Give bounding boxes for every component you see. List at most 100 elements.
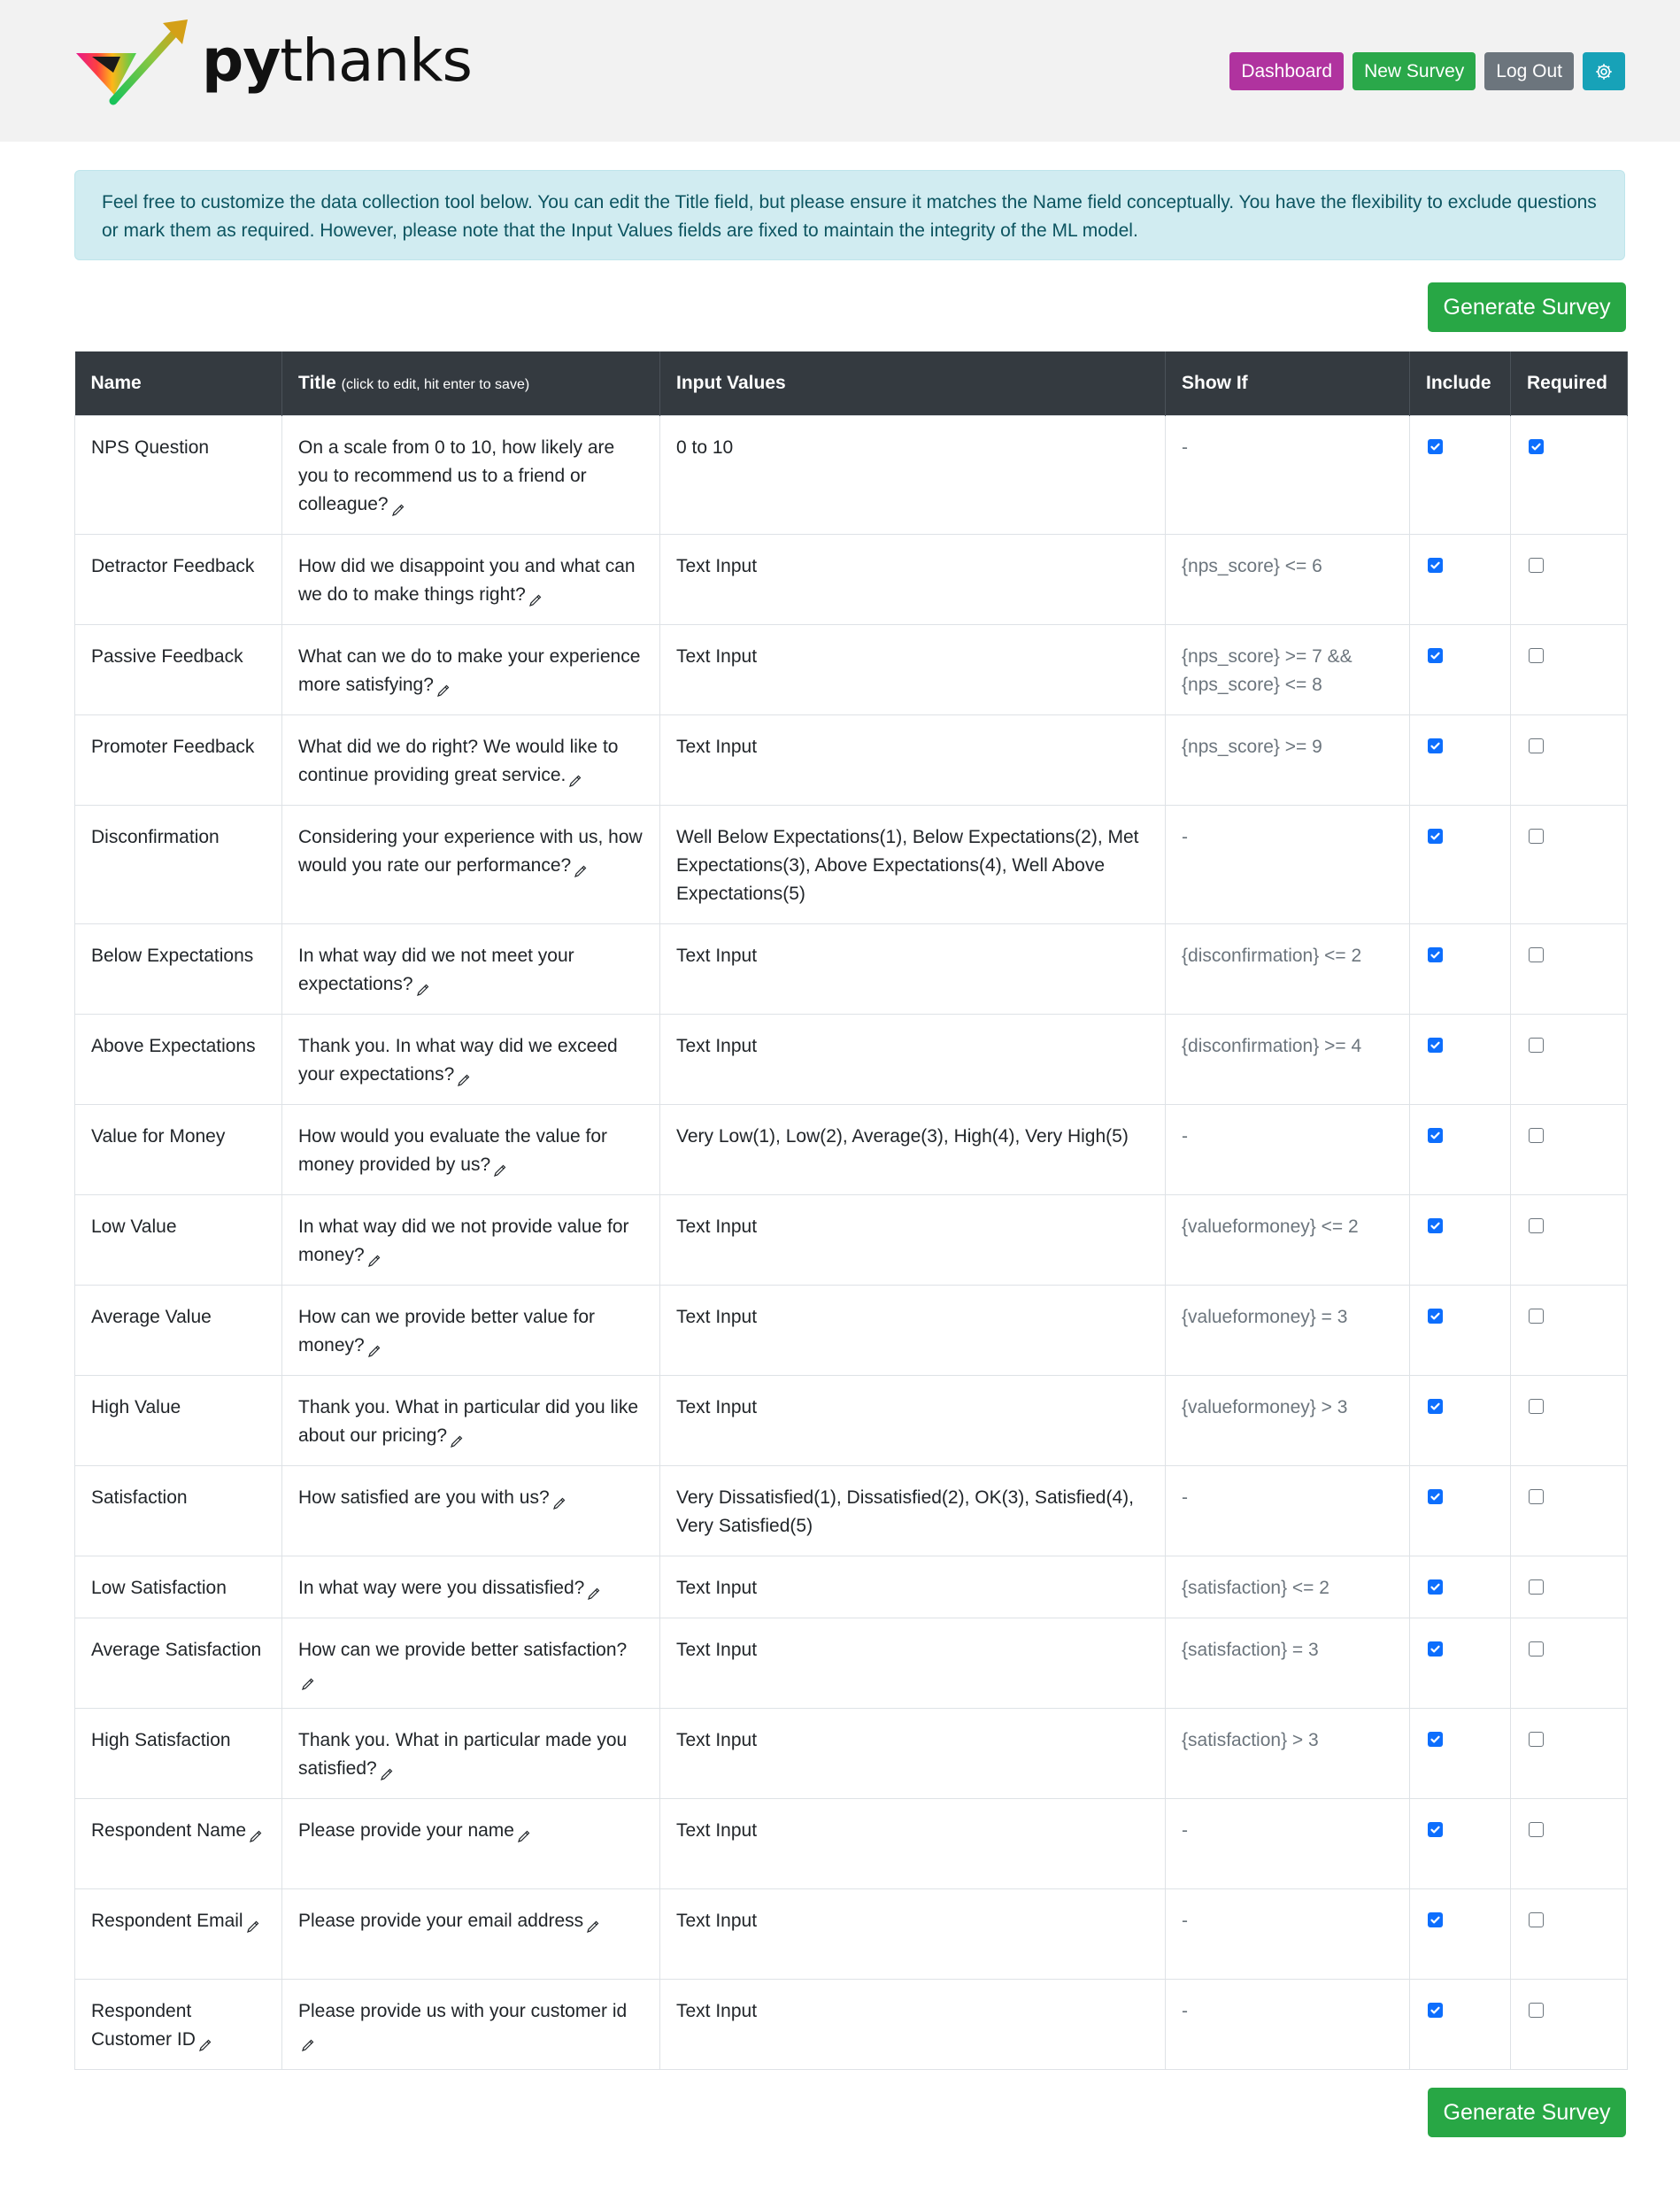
cell-title[interactable]: In what way did we not provide value for… — [281, 1193, 660, 1286]
pencil-icon[interactable] — [391, 498, 405, 516]
row-title[interactable]: Please provide your name — [298, 1820, 514, 1841]
required-checkbox[interactable] — [1529, 1308, 1544, 1324]
required-checkbox[interactable] — [1529, 557, 1544, 573]
cell-title[interactable]: Please provide your email address — [281, 1888, 660, 1980]
include-checkbox[interactable] — [1428, 1488, 1443, 1504]
pencil-icon[interactable] — [450, 1429, 464, 1448]
include-checkbox[interactable] — [1428, 557, 1443, 573]
pencil-icon[interactable] — [367, 1248, 381, 1267]
include-checkbox[interactable] — [1428, 1821, 1443, 1837]
row-title[interactable]: How can we provide better value for mone… — [298, 1307, 595, 1355]
generate-survey-button-bottom[interactable]: Generate Survey — [1428, 2088, 1626, 2137]
cell-title[interactable]: How satisfied are you with us? — [281, 1464, 660, 1556]
required-checkbox[interactable] — [1529, 1398, 1544, 1414]
include-checkbox[interactable] — [1428, 1911, 1443, 1927]
pencil-icon[interactable] — [528, 588, 543, 606]
required-checkbox[interactable] — [1529, 1911, 1544, 1927]
cell-name[interactable]: Respondent Email — [74, 1888, 282, 1980]
required-checkbox[interactable] — [1529, 438, 1544, 454]
row-title[interactable]: How can we provide better satisfaction? — [298, 1640, 627, 1660]
include-checkbox[interactable] — [1428, 828, 1443, 844]
required-checkbox[interactable] — [1529, 1731, 1544, 1747]
pencil-icon[interactable] — [301, 2033, 315, 2051]
logout-button[interactable]: Log Out — [1484, 52, 1574, 90]
row-title[interactable]: In what way did we not provide value for… — [298, 1216, 629, 1265]
required-checkbox[interactable] — [1529, 1821, 1544, 1837]
pencil-icon[interactable] — [552, 1491, 566, 1510]
cell-title[interactable]: How can we provide better value for mone… — [281, 1284, 660, 1376]
row-title[interactable]: How did we disappoint you and what can w… — [298, 556, 636, 605]
pencil-icon[interactable] — [198, 2033, 212, 2051]
row-title[interactable]: Thank you. What in particular did you li… — [298, 1397, 638, 1446]
include-checkbox[interactable] — [1428, 946, 1443, 962]
cell-title[interactable]: Thank you. In what way did we exceed you… — [281, 1013, 660, 1105]
pencil-icon[interactable] — [249, 1824, 263, 1842]
row-title[interactable]: Considering your experience with us, how… — [298, 827, 643, 876]
include-checkbox[interactable] — [1428, 647, 1443, 663]
row-title[interactable]: Thank you. What in particular made you s… — [298, 1730, 627, 1779]
include-checkbox[interactable] — [1428, 2002, 1443, 2018]
cell-name[interactable]: Respondent Customer ID — [74, 1978, 282, 2070]
row-title[interactable]: In what way did we not meet your expecta… — [298, 946, 574, 994]
pencil-icon[interactable] — [367, 1339, 381, 1357]
cell-title[interactable]: How did we disappoint you and what can w… — [281, 533, 660, 625]
include-checkbox[interactable] — [1428, 1127, 1443, 1143]
pencil-icon[interactable] — [517, 1824, 531, 1842]
pencil-icon[interactable] — [457, 1068, 471, 1086]
cell-title[interactable]: What can we do to make your experience m… — [281, 623, 660, 715]
generate-survey-button-top[interactable]: Generate Survey — [1428, 282, 1626, 332]
cell-title[interactable]: Thank you. What in particular made you s… — [281, 1707, 660, 1799]
required-checkbox[interactable] — [1529, 1579, 1544, 1595]
required-checkbox[interactable] — [1529, 946, 1544, 962]
row-title[interactable]: In what way were you dissatisfied? — [298, 1578, 584, 1598]
include-checkbox[interactable] — [1428, 1037, 1443, 1053]
cell-title[interactable]: In what way did we not meet your expecta… — [281, 923, 660, 1015]
required-checkbox[interactable] — [1529, 738, 1544, 753]
cell-title[interactable]: Considering your experience with us, how… — [281, 804, 660, 924]
pencil-icon[interactable] — [416, 977, 430, 996]
required-checkbox[interactable] — [1529, 1488, 1544, 1504]
row-title[interactable]: How satisfied are you with us? — [298, 1487, 550, 1508]
row-title[interactable]: Please provide your email address — [298, 1911, 583, 1931]
include-checkbox[interactable] — [1428, 438, 1443, 454]
required-checkbox[interactable] — [1529, 1641, 1544, 1657]
settings-button[interactable] — [1583, 52, 1625, 90]
pencil-icon[interactable] — [587, 1581, 601, 1600]
required-checkbox[interactable] — [1529, 1037, 1544, 1053]
cell-title[interactable]: Please provide us with your customer id — [281, 1978, 660, 2070]
pencil-icon[interactable] — [586, 1914, 600, 1933]
pencil-icon[interactable] — [246, 1914, 260, 1933]
new-survey-button[interactable]: New Survey — [1352, 52, 1476, 90]
cell-title[interactable]: Please provide your name — [281, 1797, 660, 1889]
pencil-icon[interactable] — [436, 678, 451, 697]
required-checkbox[interactable] — [1529, 647, 1544, 663]
required-checkbox[interactable] — [1529, 1217, 1544, 1233]
include-checkbox[interactable] — [1428, 1731, 1443, 1747]
cell-title[interactable]: In what way were you dissatisfied? — [281, 1555, 660, 1618]
cell-title[interactable]: How can we provide better satisfaction? — [281, 1617, 660, 1709]
required-checkbox[interactable] — [1529, 828, 1544, 844]
include-checkbox[interactable] — [1428, 1398, 1443, 1414]
pencil-icon[interactable] — [568, 768, 582, 787]
row-title[interactable]: On a scale from 0 to 10, how likely are … — [298, 437, 614, 514]
pencil-icon[interactable] — [574, 859, 588, 877]
pencil-icon[interactable] — [301, 1672, 315, 1690]
cell-title[interactable]: How would you evaluate the value for mon… — [281, 1103, 660, 1195]
cell-title[interactable]: On a scale from 0 to 10, how likely are … — [281, 414, 660, 535]
include-checkbox[interactable] — [1428, 1308, 1443, 1324]
row-title[interactable]: How would you evaluate the value for mon… — [298, 1126, 607, 1175]
cell-name[interactable]: Respondent Name — [74, 1797, 282, 1889]
cell-title[interactable]: What did we do right? We would like to c… — [281, 714, 660, 806]
dashboard-button[interactable]: Dashboard — [1229, 52, 1345, 90]
include-checkbox[interactable] — [1428, 1579, 1443, 1595]
required-checkbox[interactable] — [1529, 1127, 1544, 1143]
row-title[interactable]: What can we do to make your experience m… — [298, 646, 640, 695]
pencil-icon[interactable] — [493, 1158, 507, 1177]
include-checkbox[interactable] — [1428, 738, 1443, 753]
row-title[interactable]: Please provide us with your customer id — [298, 2001, 627, 2021]
include-checkbox[interactable] — [1428, 1641, 1443, 1657]
pencil-icon[interactable] — [380, 1762, 394, 1780]
required-checkbox[interactable] — [1529, 2002, 1544, 2018]
include-checkbox[interactable] — [1428, 1217, 1443, 1233]
cell-title[interactable]: Thank you. What in particular did you li… — [281, 1374, 660, 1466]
